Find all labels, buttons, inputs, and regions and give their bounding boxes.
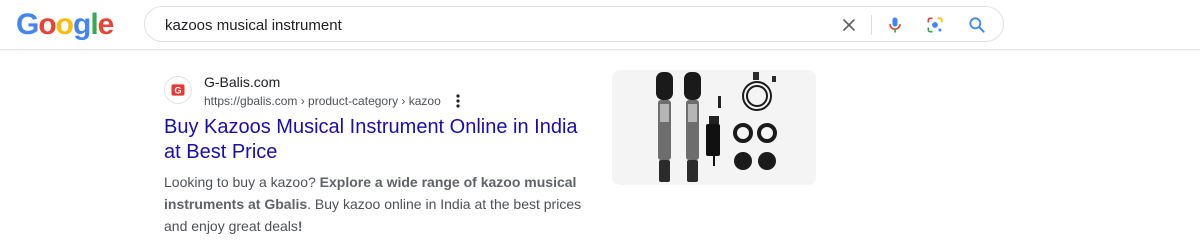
favicon-letter: G [174,86,181,96]
search-box [144,6,1004,42]
result-snippet: Looking to buy a kazoo? Explore a wide r… [164,171,594,237]
result-title-link[interactable]: Buy Kazoos Musical Instrument Online in … [164,115,594,165]
result-title-line1: Buy Kazoos Musical Instrument Online in … [164,116,578,138]
microphone-icon[interactable] [885,15,905,35]
google-logo[interactable]: Google [16,8,115,42]
logo-letter: o [55,8,74,41]
site-name[interactable]: G-Balis.com [204,74,280,90]
close-icon[interactable] [839,15,859,35]
more-options-icon[interactable] [451,93,465,109]
logo-letter: G [16,8,39,41]
header: Google [0,0,1200,50]
search-divider [871,15,872,35]
wireless-microphone-kit-image [656,72,777,182]
logo-letter: o [38,8,56,41]
logo-letter: e [97,8,115,41]
snippet-text: Looking to buy a kazoo? [164,174,320,190]
lens-icon[interactable] [925,15,945,35]
logo-letter: g [73,8,91,41]
site-url[interactable]: https://gbalis.com › product-category › … [204,94,441,108]
search-icon[interactable] [967,15,987,35]
site-favicon-icon[interactable]: G [164,76,192,104]
result-thumbnail[interactable] [612,70,816,185]
result-title-line2: at Best Price [164,141,278,163]
logo-letter: l [90,8,98,41]
snippet-bold: ! [297,218,303,234]
search-input[interactable] [165,15,765,35]
